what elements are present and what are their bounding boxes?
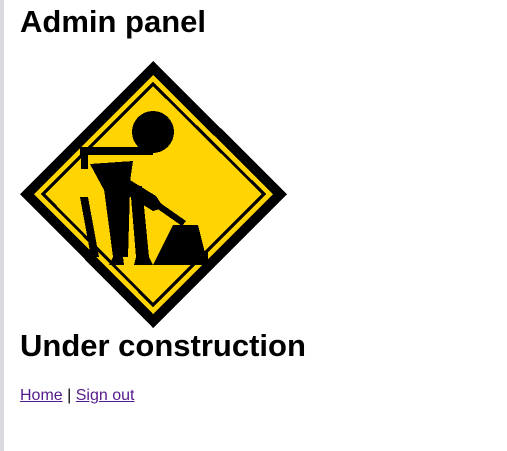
left-border: [0, 0, 4, 451]
nav-separator: |: [67, 387, 72, 404]
under-construction-icon: [20, 61, 287, 328]
page-title: Admin panel: [20, 4, 207, 39]
footer-nav: Home | Sign out: [20, 386, 134, 405]
under-construction-heading: Under construction: [20, 328, 306, 363]
home-link[interactable]: Home: [20, 387, 63, 404]
sign-out-link[interactable]: Sign out: [76, 387, 135, 404]
under-construction-sign: [20, 61, 287, 328]
